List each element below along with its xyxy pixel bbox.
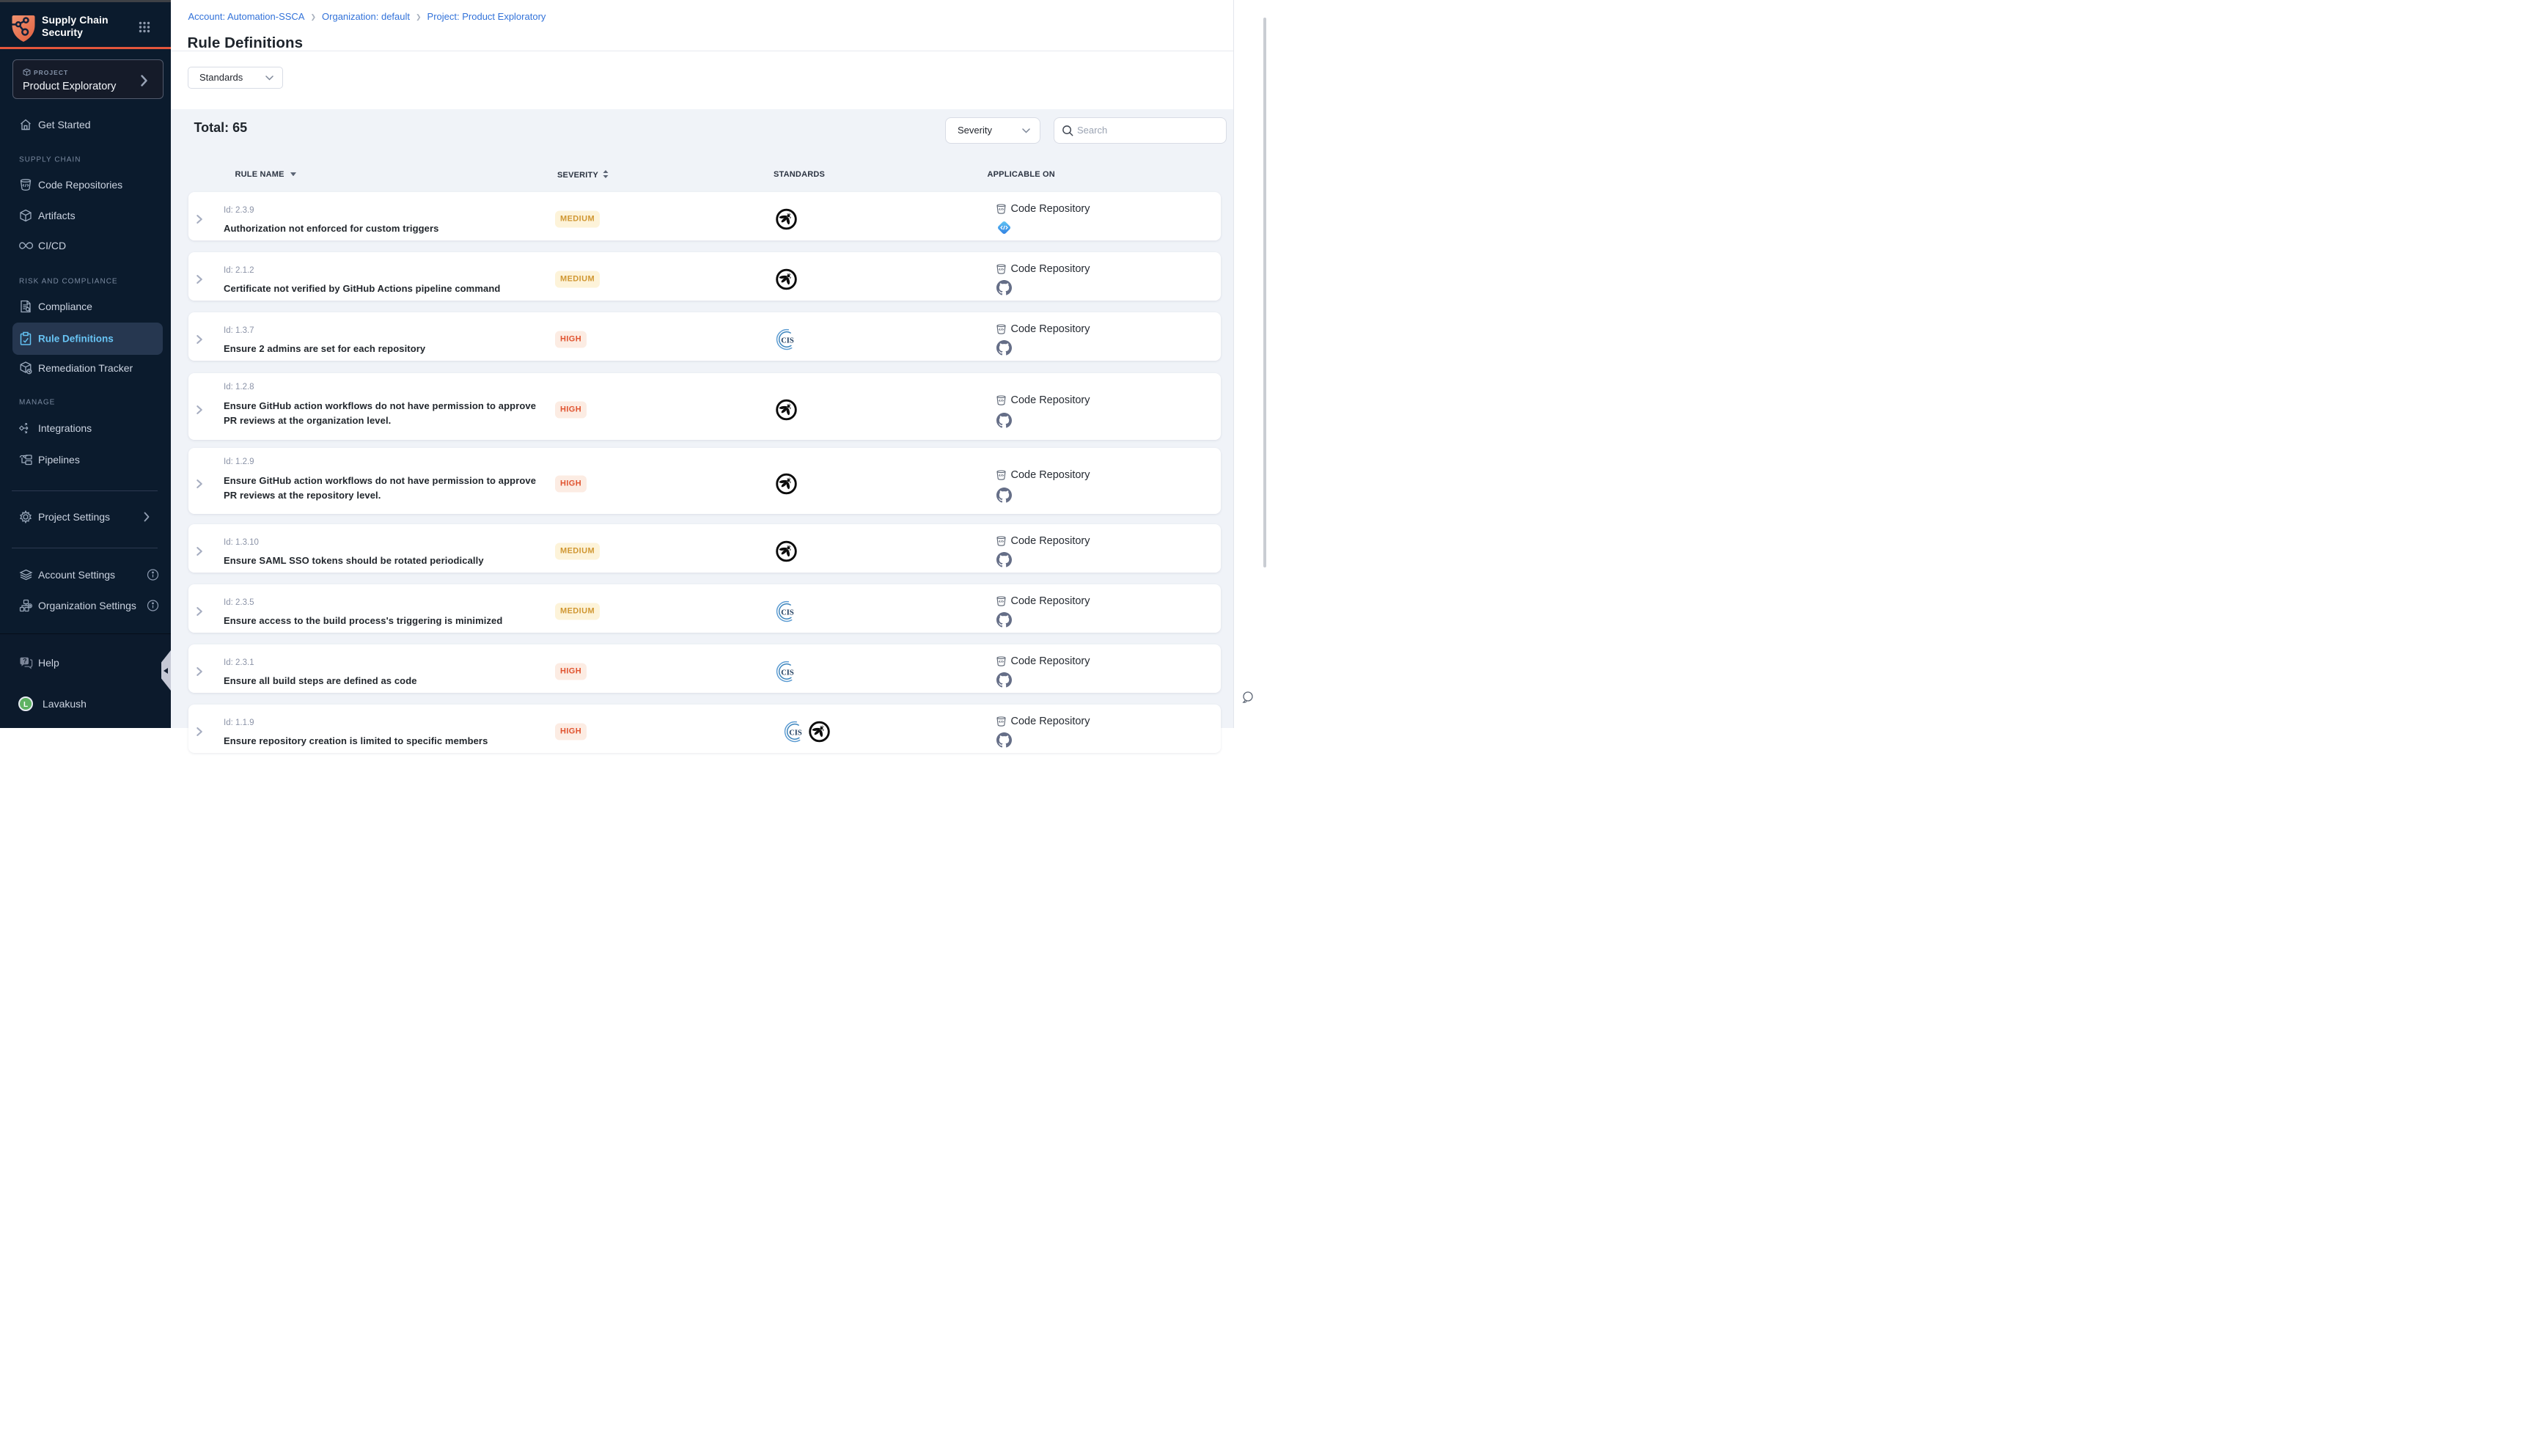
svg-text:?: ? [23, 658, 26, 665]
svg-text:CIS: CIS [781, 608, 794, 617]
svg-text:CIS: CIS [789, 729, 802, 737]
svg-text:CIS: CIS [781, 337, 794, 345]
svg-text:CIS: CIS [781, 669, 794, 677]
